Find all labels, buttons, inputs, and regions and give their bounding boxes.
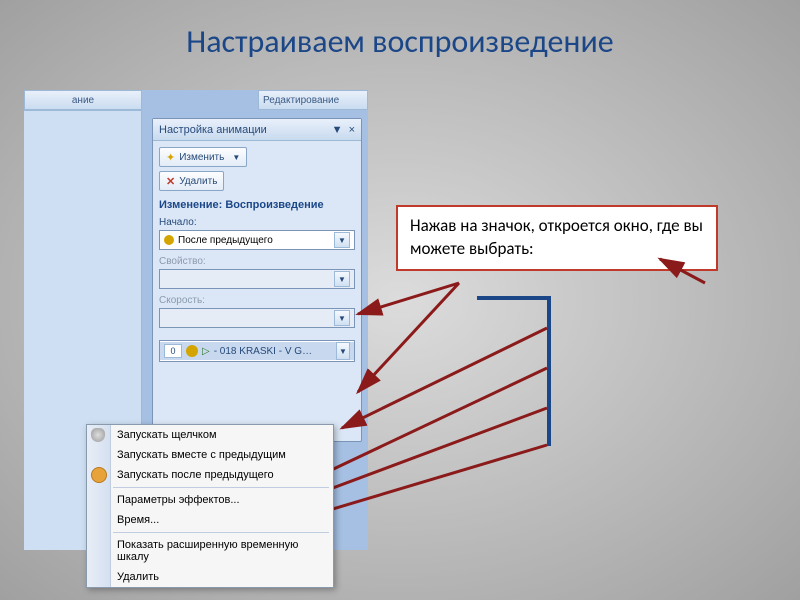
ribbon-group-left: ание — [24, 90, 142, 110]
edit-section-title: Изменение: Воспроизведение — [159, 199, 355, 211]
ms-office-screenshot: ание Редактирование Настройка анимации ▼… — [24, 90, 368, 550]
animation-list[interactable]: 0 ▷ - 018 KRASKI - V G… ▼ — [159, 340, 355, 362]
dropdown-arrow-icon[interactable]: ▼ — [336, 342, 350, 360]
chevron-down-icon: ▼ — [232, 153, 240, 162]
menu-start-after-previous[interactable]: Запускать после предыдущего — [87, 465, 333, 485]
instruction-callout: Нажав на значок, откроется окно, где вы … — [396, 205, 718, 271]
speed-combo: ▼ — [159, 308, 355, 328]
pane-header: Настройка анимации ▼ × — [153, 119, 361, 141]
animation-context-menu: Запускать щелчком Запускать вместе с пре… — [86, 424, 334, 588]
menu-item-label: Запускать щелчком — [117, 429, 217, 441]
pane-body: ✦ Изменить ▼ ✕ Удалить Изменение: Воспро… — [153, 141, 361, 368]
bracket-connector — [547, 296, 551, 446]
property-label: Свойство: — [159, 256, 355, 267]
menu-show-advanced-timeline[interactable]: Показать расширенную временную шкалу — [87, 535, 333, 567]
remove-x-icon: ✕ — [166, 175, 175, 188]
menu-start-with-previous[interactable]: Запускать вместе с предыдущим — [87, 445, 333, 465]
menu-item-label: Удалить — [117, 571, 159, 583]
pane-title: Настройка анимации — [159, 124, 267, 136]
menu-separator — [113, 532, 329, 533]
ribbon-fragment: ание Редактирование — [24, 90, 368, 116]
speed-label: Скорость: — [159, 295, 355, 306]
chevron-down-icon[interactable]: ▼ — [334, 232, 350, 248]
star-icon: ✦ — [166, 151, 175, 164]
menu-item-label: Показать расширенную временную шкалу — [117, 539, 325, 563]
property-combo: ▼ — [159, 269, 355, 289]
menu-timing[interactable]: Время... — [87, 510, 333, 530]
animation-list-item[interactable]: 0 ▷ - 018 KRASKI - V G… ▼ — [160, 342, 354, 360]
chevron-down-icon: ▼ — [334, 310, 350, 326]
change-effect-button[interactable]: ✦ Изменить ▼ — [159, 147, 247, 167]
chevron-down-icon: ▼ — [334, 271, 350, 287]
menu-start-on-click[interactable]: Запускать щелчком — [87, 425, 333, 445]
remove-effect-button[interactable]: ✕ Удалить — [159, 171, 224, 191]
start-label: Начало: — [159, 217, 355, 228]
anim-index-badge: 0 — [164, 344, 182, 358]
play-icon: ▷ — [202, 346, 210, 357]
menu-item-label: Запускать вместе с предыдущим — [117, 449, 286, 461]
menu-delete[interactable]: Удалить — [87, 567, 333, 587]
clock-icon — [164, 235, 174, 245]
clock-icon — [186, 345, 198, 357]
remove-button-label: Удалить — [179, 176, 217, 187]
start-combo[interactable]: После предыдущего ▼ — [159, 230, 355, 250]
menu-effect-options[interactable]: Параметры эффектов... — [87, 490, 333, 510]
change-button-label: Изменить — [179, 152, 224, 163]
animation-task-pane: Настройка анимации ▼ × ✦ Изменить ▼ ✕ Уд… — [152, 118, 362, 442]
pane-pin-icon[interactable]: ▼ — [332, 124, 343, 136]
callout-text: Нажав на значок, откроется окно, где вы … — [410, 215, 703, 259]
menu-separator — [113, 487, 329, 488]
anim-item-text: - 018 KRASKI - V G… — [214, 346, 312, 357]
start-combo-value: После предыдущего — [178, 235, 273, 246]
menu-item-label: Параметры эффектов... — [117, 494, 240, 506]
ribbon-group-right: Редактирование — [258, 90, 368, 110]
menu-item-label: Время... — [117, 514, 159, 526]
slide-title: Настраиваем воспроизведение — [0, 0, 800, 61]
pane-close-icon[interactable]: × — [349, 124, 355, 136]
menu-item-label: Запускать после предыдущего — [117, 469, 274, 481]
